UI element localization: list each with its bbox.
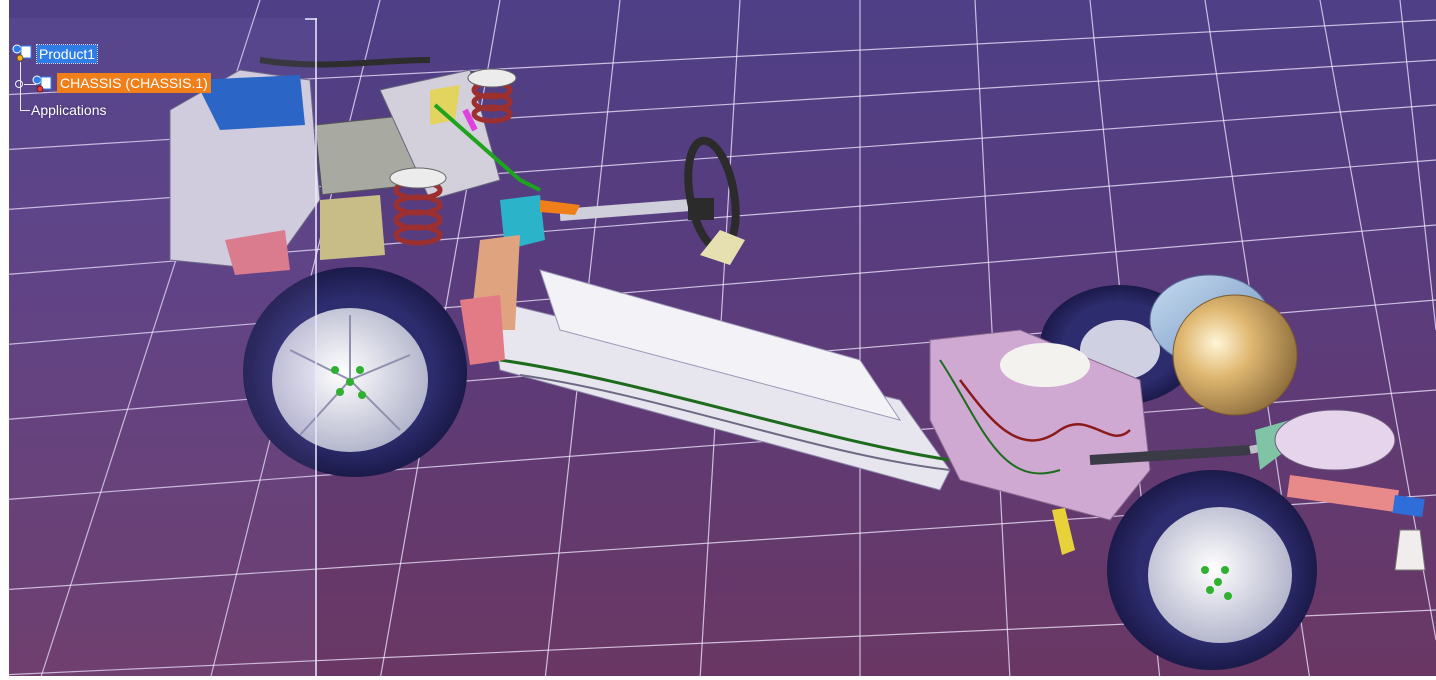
product-assembly-icon xyxy=(12,44,32,62)
tree-node-label[interactable]: Product1 xyxy=(35,44,99,64)
tree-node-label[interactable]: Applications xyxy=(31,101,107,119)
viewport-bottom-border xyxy=(0,676,1436,680)
viewport-left-border xyxy=(0,0,9,680)
expand-toggle[interactable] xyxy=(15,80,23,88)
tree-connector-horizontal xyxy=(20,110,30,111)
tree-node-label[interactable]: CHASSIS (CHASSIS.1) xyxy=(57,73,211,93)
part-assembly-icon xyxy=(32,75,52,93)
